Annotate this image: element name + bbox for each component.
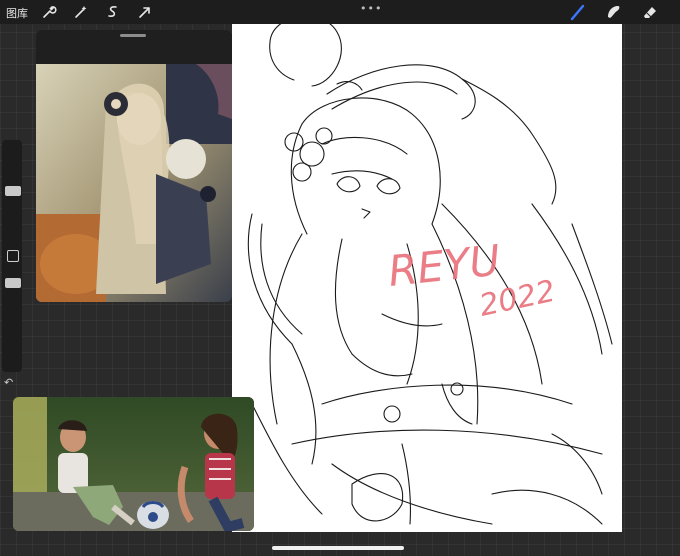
left-sidebar bbox=[2, 140, 22, 372]
home-indicator[interactable] bbox=[272, 546, 404, 550]
more-options[interactable]: ••• bbox=[360, 2, 382, 15]
picture-in-picture-video[interactable] bbox=[13, 397, 254, 531]
transform-arrow-icon[interactable] bbox=[136, 3, 154, 21]
undo-icon[interactable]: ↶ bbox=[4, 376, 13, 389]
drawing-canvas[interactable]: REYU 2022 bbox=[232, 24, 622, 532]
magic-wand-icon[interactable] bbox=[72, 3, 90, 21]
selection-s-icon[interactable] bbox=[104, 3, 122, 21]
opacity-slider[interactable] bbox=[5, 278, 21, 288]
top-toolbar: 图库 ••• bbox=[0, 0, 680, 24]
modify-button[interactable] bbox=[7, 250, 19, 262]
brush-size-slider[interactable] bbox=[5, 186, 21, 196]
reference-panel-grabber[interactable] bbox=[120, 34, 146, 37]
watermark-signature: REYU 2022 bbox=[386, 235, 558, 323]
brush-icon[interactable] bbox=[568, 2, 588, 22]
reference-panel[interactable] bbox=[36, 30, 232, 302]
video-frame bbox=[13, 397, 254, 531]
smudge-icon[interactable] bbox=[604, 2, 624, 22]
eraser-icon[interactable] bbox=[640, 2, 660, 22]
wrench-icon[interactable] bbox=[40, 3, 58, 21]
gallery-button[interactable]: 图库 bbox=[6, 5, 28, 21]
reference-image bbox=[36, 64, 232, 302]
lineart-drawing: REYU 2022 bbox=[247, 24, 613, 525]
